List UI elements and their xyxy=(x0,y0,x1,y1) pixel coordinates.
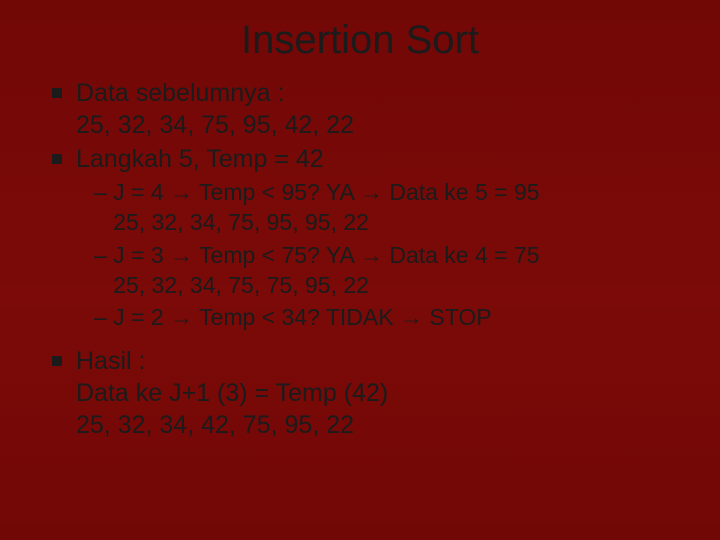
sub-2-line-a: – J = 3 → Temp < 75? YA → Data ke 4 = 75 xyxy=(94,242,540,268)
bullet-2-text: Langkah 5, Temp = 42 xyxy=(76,143,680,175)
bullet-1-line-2: 25, 32, 34, 75, 95, 42, 22 xyxy=(76,111,354,139)
sub-3-line-a: – J = 2 → Temp < 34? TIDAK → STOP xyxy=(94,304,492,330)
square-bullet-icon xyxy=(52,356,62,366)
sub-bullet-2: – J = 3 → Temp < 75? YA → Data ke 4 = 75… xyxy=(94,240,680,301)
slide-body: Data sebelumnya : 25, 32, 34, 75, 95, 42… xyxy=(40,77,680,441)
bullet-2-line-1: Langkah 5, Temp = 42 xyxy=(76,145,324,173)
bullet-2: Langkah 5, Temp = 42 xyxy=(52,143,680,175)
bullet-3-text: Hasil : Data ke J+1 (3) = Temp (42) 25, … xyxy=(76,345,680,441)
bullet-3-line-1: Hasil : xyxy=(76,347,145,375)
bullet-1: Data sebelumnya : 25, 32, 34, 75, 95, 42… xyxy=(52,77,680,141)
slide: Insertion Sort Data sebelumnya : 25, 32,… xyxy=(0,0,720,540)
bullet-3: Hasil : Data ke J+1 (3) = Temp (42) 25, … xyxy=(52,345,680,441)
sub-1-line-b: 25, 32, 34, 75, 95, 95, 22 xyxy=(94,209,369,235)
slide-title: Insertion Sort xyxy=(40,18,680,63)
sub-2-line-b: 25, 32, 34, 75, 75, 95, 22 xyxy=(94,272,369,298)
bullet-3-line-3: 25, 32, 34, 42, 75, 95, 22 xyxy=(76,411,354,439)
sub-1-line-a: – J = 4 → Temp < 95? YA → Data ke 5 = 95 xyxy=(94,179,540,205)
sub-bullet-1: – J = 4 → Temp < 95? YA → Data ke 5 = 95… xyxy=(94,177,680,238)
bullet-3-line-2: Data ke J+1 (3) = Temp (42) xyxy=(76,379,388,407)
bullet-1-text: Data sebelumnya : 25, 32, 34, 75, 95, 42… xyxy=(76,77,680,141)
square-bullet-icon xyxy=(52,154,62,164)
square-bullet-icon xyxy=(52,88,62,98)
bullet-1-line-1: Data sebelumnya : xyxy=(76,79,284,107)
sub-bullet-3: – J = 2 → Temp < 34? TIDAK → STOP xyxy=(94,302,680,332)
